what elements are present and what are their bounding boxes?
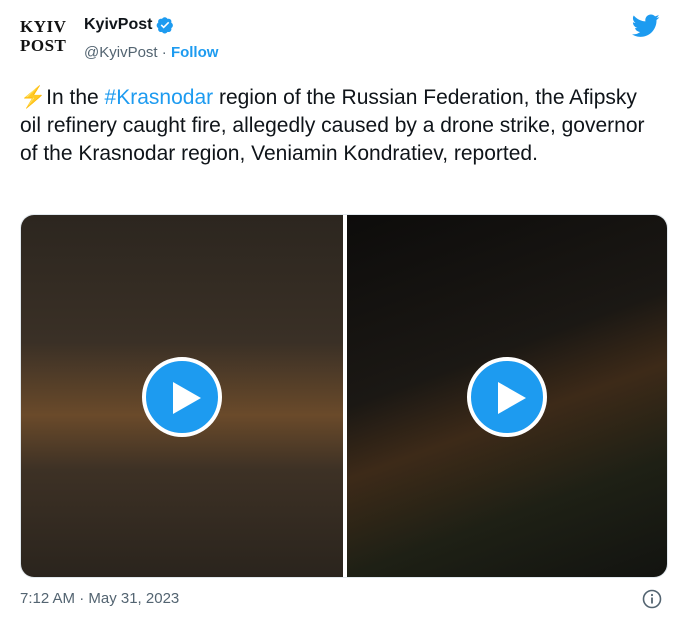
twitter-bird-icon[interactable] (632, 14, 660, 38)
play-button[interactable] (467, 357, 547, 437)
info-icon[interactable] (642, 589, 662, 609)
video-thumbnail-1[interactable] (21, 215, 343, 577)
media-grid (20, 214, 668, 578)
tweet-timestamp[interactable]: 7:12 AM · May 31, 2023 (20, 590, 179, 607)
tweet-text: ⚡In the #Krasnodar region of the Russian… (20, 84, 660, 168)
lightning-emoji: ⚡ (20, 86, 47, 109)
play-icon (498, 382, 526, 414)
author-handle-row: @KyivPost · Follow (84, 44, 218, 61)
verified-badge-icon (157, 17, 174, 34)
author-name-row[interactable]: KyivPost (84, 14, 174, 36)
author-handle[interactable]: @KyivPost (84, 44, 158, 61)
tweet-text-part-1: In the (46, 86, 105, 109)
play-button[interactable] (142, 357, 222, 437)
logo-line-1: KYIV (20, 17, 67, 36)
kyivpost-logo[interactable]: KYIV POST (20, 17, 78, 61)
hashtag-link[interactable]: #Krasnodar (105, 86, 214, 109)
handle-separator: · (161, 44, 167, 61)
logo-line-2: POST (20, 36, 67, 55)
video-thumbnail-2[interactable] (347, 215, 667, 577)
follow-button[interactable]: Follow (171, 44, 219, 61)
tweet-card: KYIV POST KyivPost @KyivPost · Follow ⚡I… (0, 0, 680, 620)
play-icon (173, 382, 201, 414)
author-display-name[interactable]: KyivPost (84, 16, 152, 34)
